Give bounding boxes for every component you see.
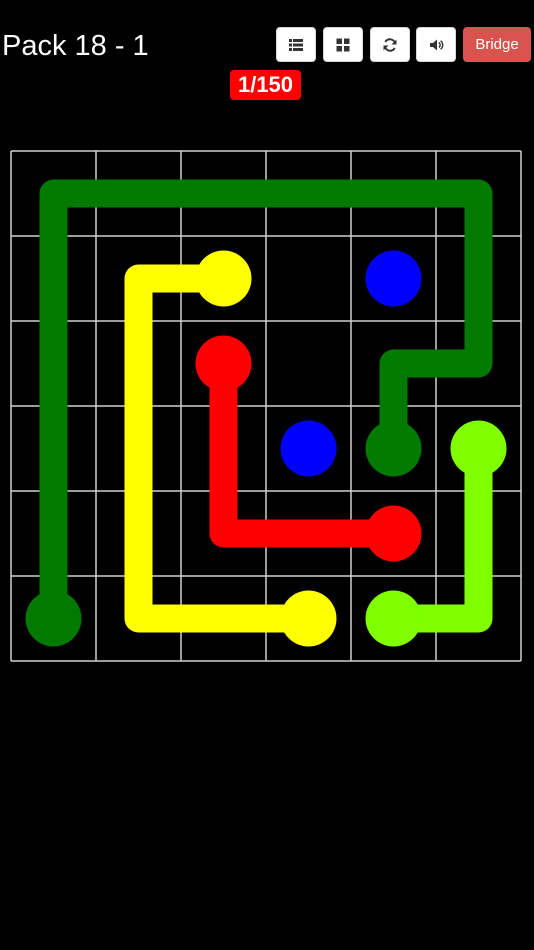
- flow-endpoint-red[interactable]: [195, 335, 252, 392]
- flow-endpoint-blue[interactable]: [280, 420, 337, 477]
- game-board[interactable]: [0, 0, 534, 950]
- flow-endpoint-green[interactable]: [365, 420, 422, 477]
- flow-endpoint-yellow[interactable]: [195, 250, 252, 307]
- flow-endpoint-lime[interactable]: [365, 590, 422, 647]
- flow-endpoint-blue[interactable]: [365, 250, 422, 307]
- flow-endpoint-lime[interactable]: [450, 420, 507, 477]
- flow-endpoint-yellow[interactable]: [280, 590, 337, 647]
- flow-endpoint-green[interactable]: [25, 590, 82, 647]
- flow-endpoint-red[interactable]: [365, 505, 422, 562]
